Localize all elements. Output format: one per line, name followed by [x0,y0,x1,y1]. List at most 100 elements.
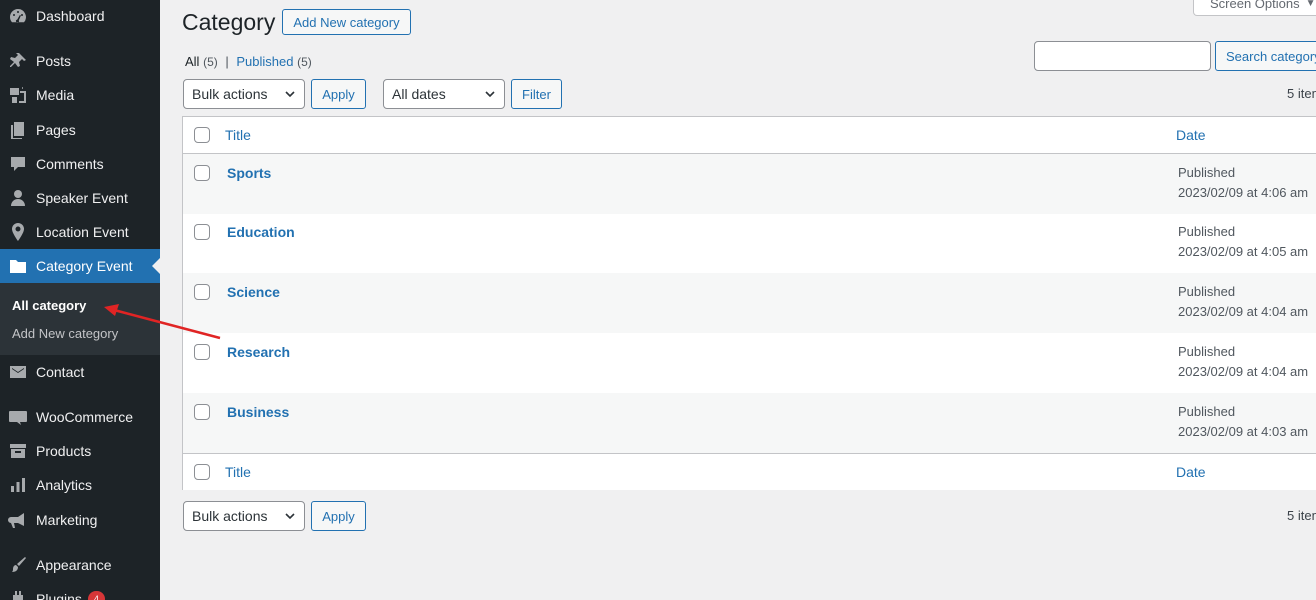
bulk-actions-value: Bulk actions [192,86,268,102]
sidebar-item-label: Plugins [36,591,82,600]
user-icon [8,188,28,208]
sidebar-item-label: Contact [36,364,85,380]
sidebar-item-label: WooCommerce [36,409,133,425]
column-title-footer[interactable]: Title [225,464,251,480]
sidebar-item-label: Marketing [36,512,98,528]
row-checkbox[interactable] [194,404,210,420]
column-date-footer[interactable]: Date [1176,464,1206,480]
sidebar-item-contact[interactable]: Contact [0,355,160,389]
sidebar-item-label: Products [36,443,92,459]
bulk-actions-value: Bulk actions [192,508,268,524]
sidebar-item-marketing[interactable]: Marketing [0,503,160,537]
sidebar-item-dashboard[interactable]: Dashboard [0,0,160,33]
woo-icon [8,407,28,427]
megaphone-icon [8,510,28,530]
filter-button[interactable]: Filter [511,79,562,109]
row-status: Published [1178,224,1236,239]
search-input[interactable] [1034,41,1211,71]
mail-icon [8,362,28,382]
row-status: Published [1178,165,1236,180]
table-row: Business Published 2023/02/09 at 4:03 am [183,393,1316,453]
table-row: Education Published 2023/02/09 at 4:05 a… [183,213,1316,273]
sidebar-item-label: Posts [36,53,72,69]
sidebar-item-label: Location Event [36,224,129,240]
sidebar-item-analytics[interactable]: Analytics [0,468,160,502]
row-checkbox[interactable] [194,224,210,240]
table-row: Research Published 2023/02/09 at 4:04 am [183,333,1316,393]
sidebar-item-label: Analytics [36,477,93,493]
plugins-update-badge: 4 [87,591,105,600]
select-all-checkbox-footer[interactable] [194,464,210,480]
sidebar-item-products[interactable]: Products [0,434,160,468]
sidebar-item-label: Media [36,87,75,103]
sidebar-item-comments[interactable]: Comments [0,147,160,181]
row-checkbox[interactable] [194,344,210,360]
view-published[interactable]: Published (5) [236,54,311,69]
sidebar-item-plugins[interactable]: Plugins 4 [0,582,160,600]
comment-icon [8,154,28,174]
screen-options-label: Screen Options [1210,0,1300,11]
column-title-header[interactable]: Title [225,127,251,143]
status-views: All (5) | Published (5) [185,54,312,69]
sidebar-item-woocommerce[interactable]: WooCommerce [0,400,160,434]
bulk-actions-select[interactable]: Bulk actions [183,79,305,109]
sidebar-item-pages[interactable]: Pages [0,113,160,147]
chevron-down-icon [485,91,495,98]
sidebar-item-speaker-event[interactable]: Speaker Event [0,181,160,215]
apply-button-bottom[interactable]: Apply [311,501,366,531]
screen-options-button[interactable]: Screen Options ▼ [1193,0,1316,16]
admin-sidebar: Dashboard Posts Media Pages Comments Spe… [0,0,160,600]
plugin-icon [8,589,28,600]
sidebar-item-label: Speaker Event [36,190,128,206]
row-title-link[interactable]: Business [227,404,289,420]
submenu-all-category[interactable]: All category [12,298,86,313]
media-icon [8,85,28,105]
view-published-count: (5) [297,55,312,69]
pin-icon [8,51,28,71]
sidebar-item-posts[interactable]: Posts [0,44,160,78]
row-checkbox[interactable] [194,284,210,300]
chevron-down-icon [285,513,295,520]
dashboard-icon [8,6,28,26]
row-checkbox[interactable] [194,165,210,181]
folder-icon [8,256,28,276]
sidebar-item-location-event[interactable]: Location Event [0,215,160,249]
view-all-label: All [185,54,200,69]
add-new-category-button[interactable]: Add New category [282,9,411,35]
table-row: Science Published 2023/02/09 at 4:04 am [183,273,1316,333]
table-header: Title Date [183,117,1316,154]
sidebar-item-label: Pages [36,122,76,138]
submenu-add-new-category[interactable]: Add New category [12,326,118,341]
row-title-link[interactable]: Research [227,344,290,360]
caret-down-icon: ▼ [1305,0,1316,9]
date-filter-select[interactable]: All dates [383,79,505,109]
select-all-checkbox[interactable] [194,127,210,143]
row-title-link[interactable]: Education [227,224,295,240]
row-date: 2023/02/09 at 4:04 am [1178,304,1309,319]
sidebar-item-media[interactable]: Media [0,78,160,112]
page-title: Category [182,9,276,35]
posts-table: Title Date Sports Published 2023/02/09 a… [182,116,1316,490]
sidebar-item-label: Dashboard [36,8,105,24]
apply-button[interactable]: Apply [311,79,366,109]
row-status: Published [1178,404,1236,419]
row-date: 2023/02/09 at 4:04 am [1178,364,1309,379]
view-all[interactable]: All (5) [185,54,218,69]
table-row: Sports Published 2023/02/09 at 4:06 am [183,154,1316,214]
row-date: 2023/02/09 at 4:03 am [1178,424,1309,439]
chevron-down-icon [285,91,295,98]
row-status: Published [1178,284,1236,299]
column-date-header[interactable]: Date [1176,127,1206,143]
paint-brush-icon [8,555,28,575]
row-title-link[interactable]: Sports [227,165,271,181]
row-title-link[interactable]: Science [227,284,280,300]
sidebar-item-appearance[interactable]: Appearance [0,548,160,582]
search-category-button[interactable]: Search category [1215,41,1316,71]
items-count-bottom: 5 items [1287,508,1316,523]
sidebar-submenu: All category Add New category [0,283,160,355]
sidebar-item-label: Appearance [36,557,112,573]
bulk-actions-select-bottom[interactable]: Bulk actions [183,501,305,531]
sidebar-item-category-event[interactable]: Category Event [0,249,160,283]
table-footer: Title Date [183,453,1316,490]
sidebar-item-label: Comments [36,156,104,172]
